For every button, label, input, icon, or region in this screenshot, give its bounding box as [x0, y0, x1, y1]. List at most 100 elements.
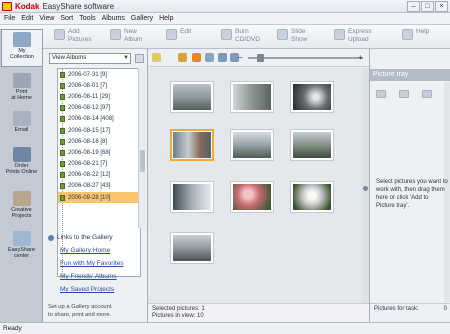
panel-options-icon[interactable] [135, 54, 144, 63]
close-button[interactable]: × [435, 1, 448, 12]
work-area: – + Selected pictures: 1 Pictures in vie… [148, 49, 369, 322]
album-item[interactable]: 2006-08-15 [17] [58, 125, 140, 136]
tray-add-icon[interactable] [376, 90, 386, 98]
grid-view-icon[interactable] [178, 53, 187, 62]
info-icon[interactable] [205, 53, 214, 62]
link-my-gallery-home[interactable]: My Gallery Home [60, 247, 148, 254]
edit-icon [166, 29, 177, 40]
zoom-out-icon[interactable]: – [238, 53, 242, 62]
album-icon [60, 161, 65, 168]
album-item[interactable]: 2006-08-19 [68] [58, 147, 140, 158]
gallery-links-section: Links to the Gallery My Gallery Home Fun… [48, 234, 148, 304]
thumbnail[interactable] [170, 181, 214, 213]
kodak-logo-icon [2, 1, 12, 11]
nav-print-at-home[interactable]: Print at Home [1, 71, 42, 107]
burn-cd-label: Burn CD/DVD [235, 28, 260, 43]
album-item-label: 2006-08-27 [43] [68, 183, 111, 190]
favorite-icon[interactable] [192, 53, 201, 62]
album-item[interactable]: 2006-08-27 [43] [58, 181, 140, 192]
album-list-scroll-thumb[interactable] [140, 150, 145, 172]
collection-icon [13, 32, 31, 47]
album-item[interactable]: 2006-08-11 [29] [58, 91, 140, 102]
minimize-button[interactable]: – [407, 1, 420, 12]
album-item[interactable]: 2006-08-21 [7] [58, 159, 140, 170]
album-icon [60, 105, 65, 112]
rotate-left-icon[interactable] [218, 53, 227, 62]
thumbnail[interactable] [290, 81, 334, 113]
album-item-label: 2006-08-19 [68] [68, 149, 111, 156]
photo-street-image [173, 84, 211, 110]
new-album-button[interactable]: New Album [110, 28, 142, 44]
menu-tools[interactable]: Tools [79, 15, 95, 22]
album-icon [60, 93, 65, 100]
help-button[interactable]: Help [402, 28, 429, 40]
album-item-selected[interactable]: 2006-09-28 [10] [58, 192, 140, 204]
edit-label: Edit [180, 28, 192, 35]
gallery-links-title: Links to the Gallery [57, 234, 113, 241]
express-upload-button[interactable]: Express Upload [334, 28, 371, 44]
nav-order-prints[interactable]: Order Prints Online [1, 145, 42, 185]
add-pictures-button[interactable]: Add Pictures [54, 28, 91, 44]
add-pictures-icon [54, 29, 65, 40]
thumbnail[interactable] [230, 181, 274, 213]
thumbnail[interactable] [290, 129, 334, 161]
album-icon [60, 71, 65, 78]
tray-clear-icon[interactable] [422, 90, 432, 98]
easyshare-center-icon [12, 231, 31, 246]
album-item[interactable]: 2006-08-22 [12] [58, 170, 140, 181]
thumbnail[interactable] [290, 181, 334, 213]
album-item[interactable]: 2006-08-16 [8] [58, 136, 140, 147]
sort-icon[interactable] [152, 53, 161, 62]
album-icon [60, 82, 65, 89]
tray-remove-icon[interactable] [399, 90, 409, 98]
link-friends-albums[interactable]: My Friends' Albums [60, 273, 148, 280]
slide-show-button[interactable]: Slide Show [277, 28, 307, 44]
nav-creative-projects[interactable]: Creative Projects [1, 189, 42, 227]
gallery-account-message: Set up a Gallery account to share, print… [48, 304, 112, 318]
album-item[interactable]: 2006-08-14 [408] [58, 114, 140, 125]
gallery-links-header[interactable]: Links to the Gallery [48, 234, 148, 241]
thumbnail-selected[interactable] [170, 129, 214, 161]
photo-building-image [233, 84, 271, 110]
menu-file[interactable]: File [4, 15, 15, 22]
view-albums-select[interactable]: View Albums ▼ [49, 53, 131, 64]
menu-edit[interactable]: Edit [21, 15, 33, 22]
new-album-label: New Album [124, 28, 143, 43]
album-item-label: 2006-08-12 [97] [68, 105, 111, 112]
link-saved-projects[interactable]: My Saved Projects [60, 286, 148, 293]
menu-view[interactable]: View [39, 15, 54, 22]
zoom-in-icon[interactable]: + [358, 53, 363, 62]
photo-road-image [173, 235, 211, 261]
album-item[interactable]: 2006-08-01 [7] [58, 80, 140, 91]
thumbnail[interactable] [230, 81, 274, 113]
burn-cd-button[interactable]: Burn CD/DVD [221, 28, 260, 44]
album-item-label: 2006-08-11 [29] [68, 93, 110, 100]
album-item-label: 2006-08-22 [12] [68, 172, 111, 179]
nav-email[interactable]: Email [1, 109, 42, 141]
thumbnail[interactable] [170, 81, 214, 113]
menu-albums[interactable]: Albums [102, 15, 125, 22]
thumbnail[interactable] [170, 232, 214, 264]
link-fun-with-favorites[interactable]: Fun with My Favorites [60, 260, 148, 267]
album-item[interactable]: 2006-07-31 [9] [58, 69, 140, 80]
album-icon [60, 183, 65, 190]
menu-gallery[interactable]: Gallery [131, 15, 153, 22]
nav-my-collection[interactable]: My Collection [1, 29, 42, 67]
zoom-slider[interactable] [248, 54, 363, 62]
email-icon [12, 111, 31, 126]
nav-easyshare-center[interactable]: EasyShare center [1, 229, 42, 269]
slide-show-icon [277, 29, 288, 40]
main-toolbar: Add Pictures New Album Edit Burn CD/DVD … [0, 25, 450, 49]
zoom-slider-knob[interactable] [257, 54, 264, 62]
album-list-scrollbar[interactable] [138, 68, 146, 228]
edit-button[interactable]: Edit [166, 28, 191, 40]
maximize-button[interactable]: □ [421, 1, 434, 12]
thumbnail-grid-scrollbar[interactable] [362, 68, 369, 303]
menu-help[interactable]: Help [159, 15, 173, 22]
scroll-indicator-icon[interactable] [363, 186, 368, 191]
upload-icon [334, 29, 345, 40]
thumbnail[interactable] [230, 129, 274, 161]
album-item[interactable]: 2006-08-12 [97] [58, 103, 140, 114]
menu-sort[interactable]: Sort [60, 15, 73, 22]
work-status-bar: Selected pictures: 1 Pictures in view: 1… [148, 303, 369, 322]
